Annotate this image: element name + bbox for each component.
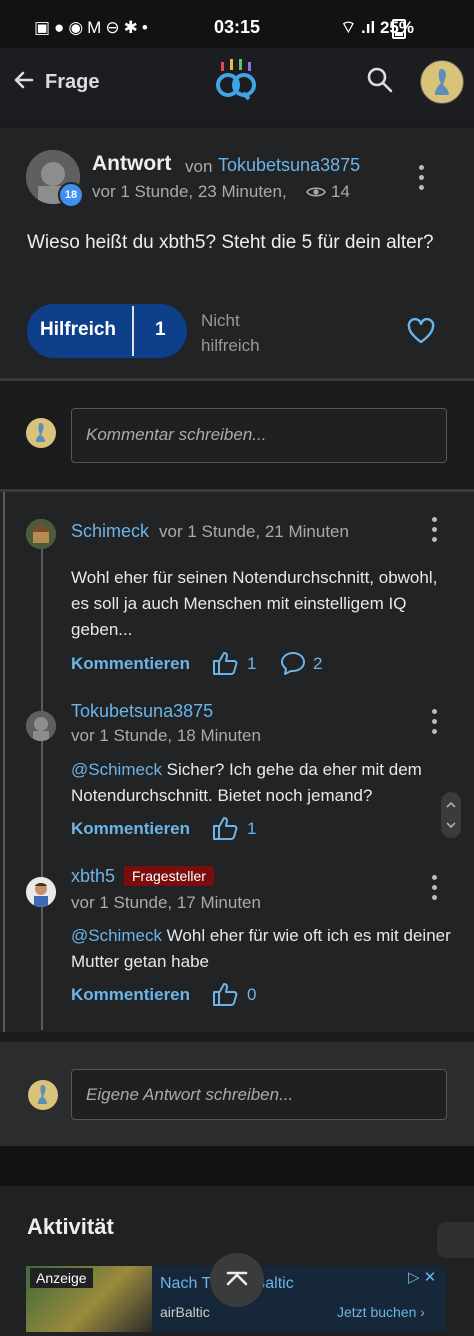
status-bar: ▣●◉M⊖✱• 03:15 ⌔ .ıl 25% bbox=[0, 0, 474, 48]
comment-author[interactable]: Tokubetsuna3875 bbox=[71, 701, 213, 722]
comment-text: @Schimeck Sicher? Ich gehe da eher mit d… bbox=[71, 757, 451, 809]
comment-avatar[interactable] bbox=[26, 711, 56, 741]
comment-reply-button[interactable]: Kommentieren bbox=[71, 819, 190, 839]
author-link[interactable]: Tokubetsuna3875 bbox=[218, 155, 360, 176]
by-label: von bbox=[185, 157, 213, 176]
ad-choices-close-icons[interactable]: ▷ ✕ bbox=[408, 1268, 436, 1286]
ad-cta-label: Jetzt buchen bbox=[337, 1304, 417, 1320]
comment-timestamp: vor 1 Stunde, 17 Minuten bbox=[71, 893, 261, 912]
comment-timestamp: vor 1 Stunde, 18 Minuten bbox=[71, 726, 261, 745]
battery-icon bbox=[392, 19, 406, 39]
own-avatar bbox=[26, 418, 56, 448]
more-options-icon[interactable] bbox=[430, 875, 438, 905]
comment-text: @Schimeck Wohl eher für wie oft ich es m… bbox=[71, 923, 451, 975]
comment-author[interactable]: Schimeck bbox=[71, 521, 149, 542]
chevron-right-icon: › bbox=[420, 1304, 425, 1320]
level-badge: 18 bbox=[58, 182, 84, 208]
side-tab[interactable] bbox=[437, 1222, 474, 1258]
divider bbox=[0, 378, 474, 381]
own-avatar bbox=[28, 1080, 58, 1110]
not-helpful-button[interactable]: Nicht hilfreich bbox=[201, 308, 281, 358]
comment-avatar[interactable] bbox=[26, 519, 56, 549]
page-title: Frage bbox=[45, 71, 100, 93]
helpful-label: Hilfreich bbox=[40, 319, 117, 340]
helpful-divider bbox=[132, 306, 134, 356]
status-time: 03:15 bbox=[214, 17, 261, 37]
mention-link[interactable]: @Schimeck bbox=[71, 760, 162, 779]
like-count: 1 bbox=[247, 819, 257, 838]
view-count: 14 bbox=[331, 182, 350, 201]
mention-link[interactable]: @Schimeck bbox=[71, 926, 162, 945]
comment-input[interactable]: Kommentar schreiben... bbox=[71, 408, 447, 463]
like-count: 0 bbox=[247, 985, 257, 1004]
thumbs-up-icon[interactable] bbox=[212, 981, 240, 1007]
like-count: 1 bbox=[247, 654, 257, 673]
reply-count: 2 bbox=[313, 654, 323, 673]
more-options-icon[interactable] bbox=[430, 709, 438, 739]
comment-avatar[interactable] bbox=[26, 877, 56, 907]
ad-brand: airBaltic bbox=[160, 1304, 210, 1320]
back-arrow-icon[interactable] bbox=[10, 66, 38, 94]
thumbs-up-icon[interactable] bbox=[212, 650, 240, 676]
signal-icon: ⌔ .ıl bbox=[340, 18, 376, 37]
reply-bubble-icon[interactable] bbox=[280, 650, 306, 676]
comment-timestamp: vor 1 Stunde, 21 Minuten bbox=[159, 522, 349, 541]
gf-logo-icon[interactable] bbox=[212, 56, 260, 104]
thumbs-up-icon[interactable] bbox=[212, 815, 240, 841]
ad-label: Anzeige bbox=[30, 1268, 93, 1288]
heart-icon[interactable] bbox=[406, 316, 436, 346]
scroll-to-top-button[interactable] bbox=[210, 1253, 264, 1307]
thread-line bbox=[41, 540, 43, 1030]
user-avatar[interactable] bbox=[420, 60, 464, 104]
answer-label: Antwort bbox=[92, 152, 172, 175]
comment-reply-button[interactable]: Kommentieren bbox=[71, 985, 190, 1005]
asker-badge: Fragesteller bbox=[124, 866, 214, 886]
search-icon[interactable] bbox=[366, 66, 394, 94]
thread-rule bbox=[3, 492, 5, 1032]
activity-title: Aktivität bbox=[27, 1214, 114, 1239]
own-answer-input[interactable]: Eigene Antwort schreiben... bbox=[71, 1069, 447, 1120]
section-gap bbox=[0, 1146, 474, 1186]
helpful-count: 1 bbox=[155, 319, 166, 340]
more-options-icon[interactable] bbox=[417, 165, 425, 195]
eye-icon bbox=[306, 187, 326, 197]
answer-text: Wieso heißt du xbth5? Steht die 5 für de… bbox=[27, 232, 434, 253]
answer-timestamp: vor 1 Stunde, 23 Minuten, bbox=[92, 182, 287, 201]
chevron-up-icon bbox=[226, 1271, 248, 1286]
comment-text: Wohl eher für seinen Notendurchschnitt, … bbox=[71, 568, 438, 639]
notification-icons: ▣●◉M⊖✱• bbox=[34, 18, 152, 37]
comment-reply-button[interactable]: Kommentieren bbox=[71, 654, 190, 674]
more-options-icon[interactable] bbox=[430, 517, 438, 547]
comment-author[interactable]: xbth5 bbox=[71, 866, 115, 887]
scroll-handle[interactable] bbox=[441, 792, 461, 838]
ad-cta-button[interactable]: Jetzt buchen › bbox=[337, 1304, 425, 1320]
